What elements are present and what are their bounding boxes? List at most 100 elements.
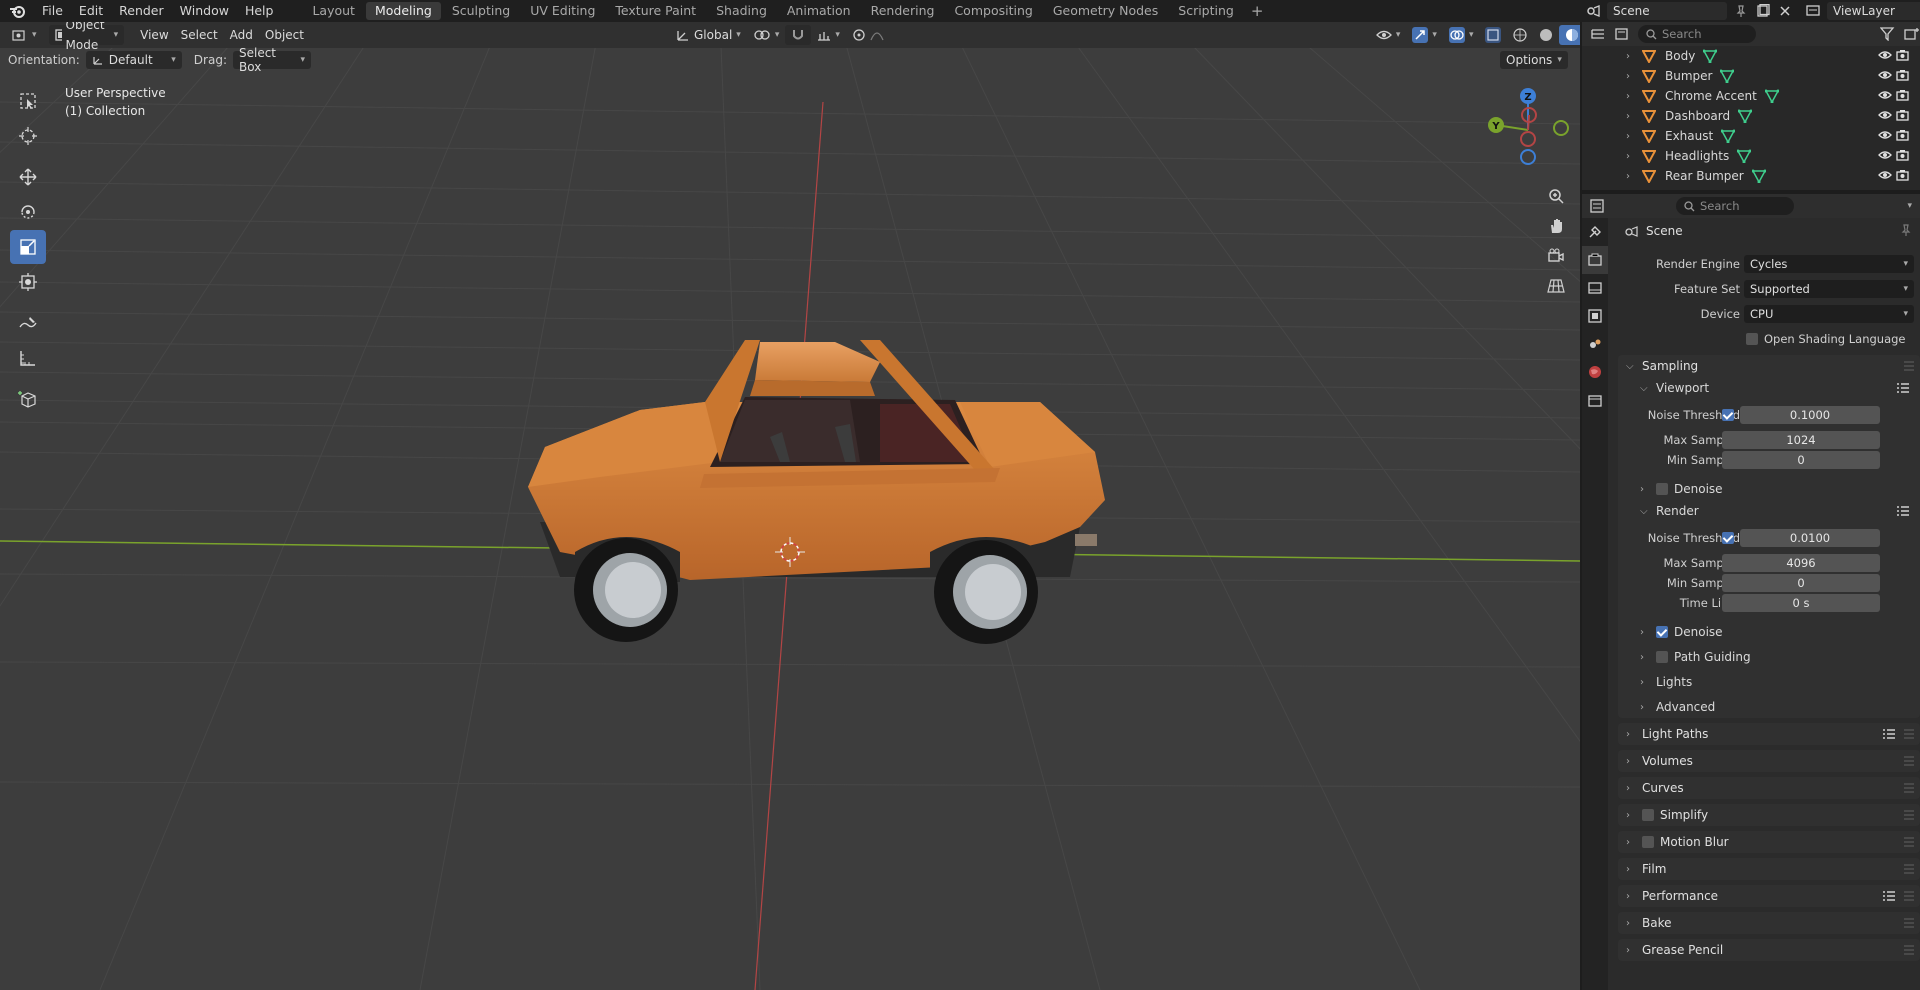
eye-icon[interactable] <box>1878 109 1892 124</box>
gizmo-z-neg[interactable] <box>1520 149 1536 165</box>
proportional-edit-toggle[interactable] <box>846 25 890 45</box>
mode-dropdown[interactable]: Object Mode ▾ <box>48 22 125 52</box>
tab-scripting[interactable]: Scripting <box>1169 2 1243 20</box>
3d-viewport[interactable]: ▾ Object Mode ▾ View Select Add Object G… <box>0 22 1580 990</box>
drag-handle-icon[interactable] <box>1904 729 1914 739</box>
display-mode-icon[interactable] <box>1614 26 1630 42</box>
add-cube-tool[interactable] <box>10 382 46 416</box>
drag-handle-icon[interactable] <box>1904 756 1914 766</box>
rotate-tool[interactable] <box>10 195 46 229</box>
menu-window[interactable]: Window <box>172 0 237 22</box>
scale-tool[interactable] <box>10 230 46 264</box>
eye-icon[interactable] <box>1878 49 1892 64</box>
menu-add[interactable]: Add <box>224 25 259 45</box>
tab-collection[interactable] <box>1582 386 1608 414</box>
viewport-noise-threshold-checkbox[interactable] <box>1722 409 1734 424</box>
render-max-samples-field[interactable]: 4096 <box>1722 554 1880 572</box>
annotate-tool[interactable] <box>10 306 46 340</box>
panel-header[interactable]: › Bake <box>1618 912 1920 934</box>
path-guiding-subpanel[interactable]: › Path Guiding <box>1618 646 1920 668</box>
presets-list-icon[interactable] <box>1896 505 1910 520</box>
gizmo-y-neg[interactable] <box>1553 120 1569 136</box>
pin-icon[interactable] <box>1900 223 1912 239</box>
zoom-button[interactable] <box>1542 182 1570 210</box>
chevron-right-icon[interactable]: › <box>1626 131 1630 142</box>
pin-icon[interactable] <box>1733 3 1749 19</box>
panel-header[interactable]: › Curves <box>1618 777 1920 799</box>
render-camera-icon[interactable] <box>1896 49 1910 64</box>
new-scene-icon[interactable] <box>1755 3 1771 19</box>
render-noise-threshold-field[interactable]: 0.0100 <box>1740 529 1880 547</box>
tab-scene[interactable] <box>1582 330 1608 358</box>
tab-view-layer[interactable] <box>1582 302 1608 330</box>
outliner-item[interactable]: › Headlights <box>1582 146 1920 166</box>
drag-handle-icon[interactable] <box>1904 864 1914 874</box>
menu-select[interactable]: Select <box>175 25 224 45</box>
tab-texture-paint[interactable]: Texture Paint <box>606 2 705 20</box>
panel-enable-checkbox[interactable] <box>1642 836 1654 848</box>
gizmo-toggle[interactable]: ▾ <box>1406 25 1443 45</box>
tab-layout[interactable]: Layout <box>303 2 364 20</box>
osl-checkbox-box[interactable] <box>1746 333 1758 345</box>
cursor-tool[interactable] <box>10 119 46 153</box>
render-noise-threshold-checkbox[interactable] <box>1722 532 1734 547</box>
shading-material[interactable] <box>1559 25 1580 45</box>
panel-header[interactable]: › Light Paths <box>1618 723 1920 745</box>
sampling-panel-header[interactable]: ⌵ Sampling <box>1618 355 1920 377</box>
drag-handle-icon[interactable] <box>1904 361 1914 371</box>
snap-target-dropdown[interactable]: ▾ <box>811 25 846 45</box>
select-box-tool[interactable] <box>10 84 46 118</box>
path-guiding-checkbox[interactable] <box>1656 651 1668 663</box>
eye-icon[interactable] <box>1878 129 1892 144</box>
presets-list-icon[interactable] <box>1896 382 1910 397</box>
chevron-right-icon[interactable]: › <box>1626 111 1630 122</box>
panel-enable-checkbox[interactable] <box>1642 809 1654 821</box>
transform-orientation-dropdown[interactable]: Global ▾ <box>670 25 747 45</box>
tab-render[interactable] <box>1582 246 1608 274</box>
panel-header[interactable]: › Simplify <box>1618 804 1920 826</box>
car-model[interactable] <box>528 340 1105 644</box>
xray-toggle[interactable] <box>1479 25 1507 45</box>
outliner-item[interactable]: › Exhaust <box>1582 126 1920 146</box>
outliner-item[interactable]: › Bumper <box>1582 66 1920 86</box>
shading-wireframe[interactable] <box>1507 25 1533 45</box>
perspective-toggle-button[interactable] <box>1542 272 1570 300</box>
viewport-denoise-subpanel[interactable]: › Denoise <box>1618 478 1920 500</box>
pan-button[interactable] <box>1542 212 1570 240</box>
tab-modeling[interactable]: Modeling <box>365 2 441 20</box>
drag-handle-icon[interactable] <box>1904 837 1914 847</box>
viewport-subpanel-header[interactable]: ⌵ Viewport <box>1618 377 1920 399</box>
outliner-item[interactable]: › Dashboard <box>1582 106 1920 126</box>
panel-header[interactable]: › Volumes <box>1618 750 1920 772</box>
render-camera-icon[interactable] <box>1896 169 1910 184</box>
pivot-dropdown[interactable]: ▾ <box>747 25 786 45</box>
render-camera-icon[interactable] <box>1896 69 1910 84</box>
menu-help[interactable]: Help <box>237 0 282 22</box>
chevron-right-icon[interactable]: › <box>1626 151 1630 162</box>
tab-compositing[interactable]: Compositing <box>945 2 1041 20</box>
transform-tool[interactable] <box>10 265 46 299</box>
gizmo-x-axis[interactable] <box>1520 131 1536 147</box>
tab-tool[interactable] <box>1582 218 1608 246</box>
lights-subpanel[interactable]: › Lights <box>1618 671 1920 693</box>
drag-handle-icon[interactable] <box>1904 945 1914 955</box>
panel-header[interactable]: › Grease Pencil <box>1618 939 1920 961</box>
view-layer-field[interactable]: ViewLayer <box>1827 2 1920 20</box>
tab-animation[interactable]: Animation <box>778 2 860 20</box>
render-camera-icon[interactable] <box>1896 89 1910 104</box>
options-dropdown[interactable]: Options ▾ <box>1500 51 1568 69</box>
drag-dropdown[interactable]: Select Box ▾ <box>232 46 311 74</box>
menu-render[interactable]: Render <box>111 0 172 22</box>
menu-view[interactable]: View <box>134 25 174 45</box>
presets-list-icon[interactable] <box>1882 728 1896 743</box>
feature-set-dropdown[interactable]: Supported ▾ <box>1744 280 1914 298</box>
overlay-toggle[interactable]: ▾ <box>1443 25 1480 45</box>
drag-handle-icon[interactable] <box>1904 918 1914 928</box>
outliner-item[interactable]: › Rear Bumper <box>1582 166 1920 186</box>
chevron-right-icon[interactable]: › <box>1626 71 1630 82</box>
render-camera-icon[interactable] <box>1896 109 1910 124</box>
render-engine-dropdown[interactable]: Cycles ▾ <box>1744 255 1914 273</box>
render-min-samples-field[interactable]: 0 <box>1722 574 1880 592</box>
device-dropdown[interactable]: CPU ▾ <box>1744 305 1914 323</box>
tab-geometry-nodes[interactable]: Geometry Nodes <box>1044 2 1167 20</box>
